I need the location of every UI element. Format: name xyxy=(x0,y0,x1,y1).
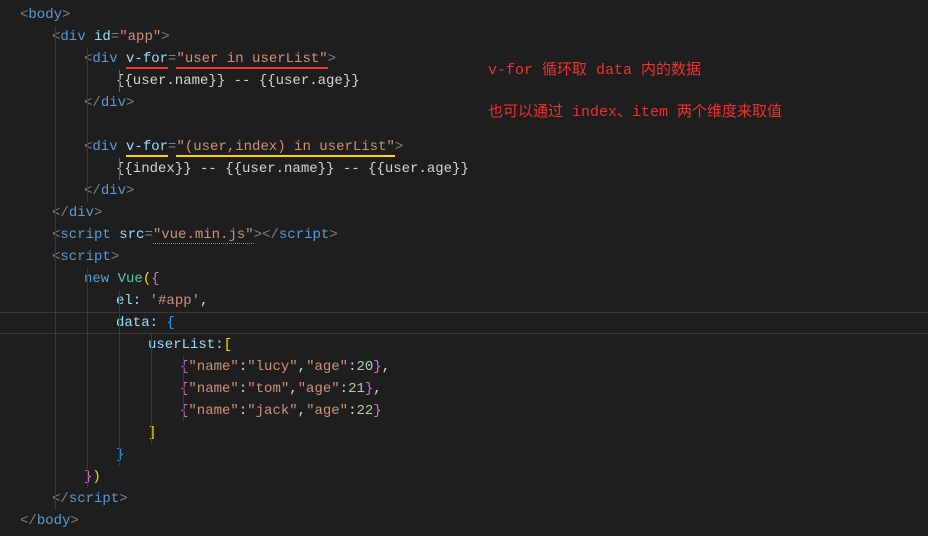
annotation-1: v-for 循环取 data 内的数据 xyxy=(488,58,701,79)
code-line: new Vue({ xyxy=(20,268,928,290)
code-editor[interactable]: <body> <div id="app"> <div v-for="user i… xyxy=(0,0,928,536)
code-line: } xyxy=(20,444,928,466)
code-line: data: { xyxy=(20,312,928,334)
code-line: {"name":"jack","age":22} xyxy=(20,400,928,422)
code-line: {"name":"lucy","age":20}, xyxy=(20,356,928,378)
code-line: <div v-for="user in userList"> xyxy=(20,48,928,70)
code-line: <div v-for="(user,index) in userList"> xyxy=(20,136,928,158)
code-line xyxy=(20,114,928,136)
code-line: {{user.name}} -- {{user.age}} xyxy=(20,70,928,92)
vfor-attr: v-for xyxy=(126,51,168,69)
code-line: </div> xyxy=(20,202,928,224)
vfor-value: "user in userList" xyxy=(176,51,327,69)
code-line: <script src="vue.min.js"></script> xyxy=(20,224,928,246)
annotation-2: 也可以通过 index、item 两个维度来取值 xyxy=(488,100,782,121)
code-line: </body> xyxy=(20,510,928,532)
vfor-attr-index: v-for xyxy=(126,139,168,157)
code-line: </div> xyxy=(20,180,928,202)
code-line: <div id="app"> xyxy=(20,26,928,48)
src-value: "vue.min.js" xyxy=(153,227,254,244)
code-line: userList:[ xyxy=(20,334,928,356)
code-line: </div> xyxy=(20,92,928,114)
code-line: {"name":"tom","age":21}, xyxy=(20,378,928,400)
code-line: <script> xyxy=(20,246,928,268)
code-line: {{index}} -- {{user.name}} -- {{user.age… xyxy=(20,158,928,180)
code-line: ] xyxy=(20,422,928,444)
code-line: el: '#app', xyxy=(20,290,928,312)
code-line: </script> xyxy=(20,488,928,510)
vfor-value-index: "(user,index) in userList" xyxy=(176,139,394,157)
code-line: <body> xyxy=(20,4,928,26)
code-line: }) xyxy=(20,466,928,488)
